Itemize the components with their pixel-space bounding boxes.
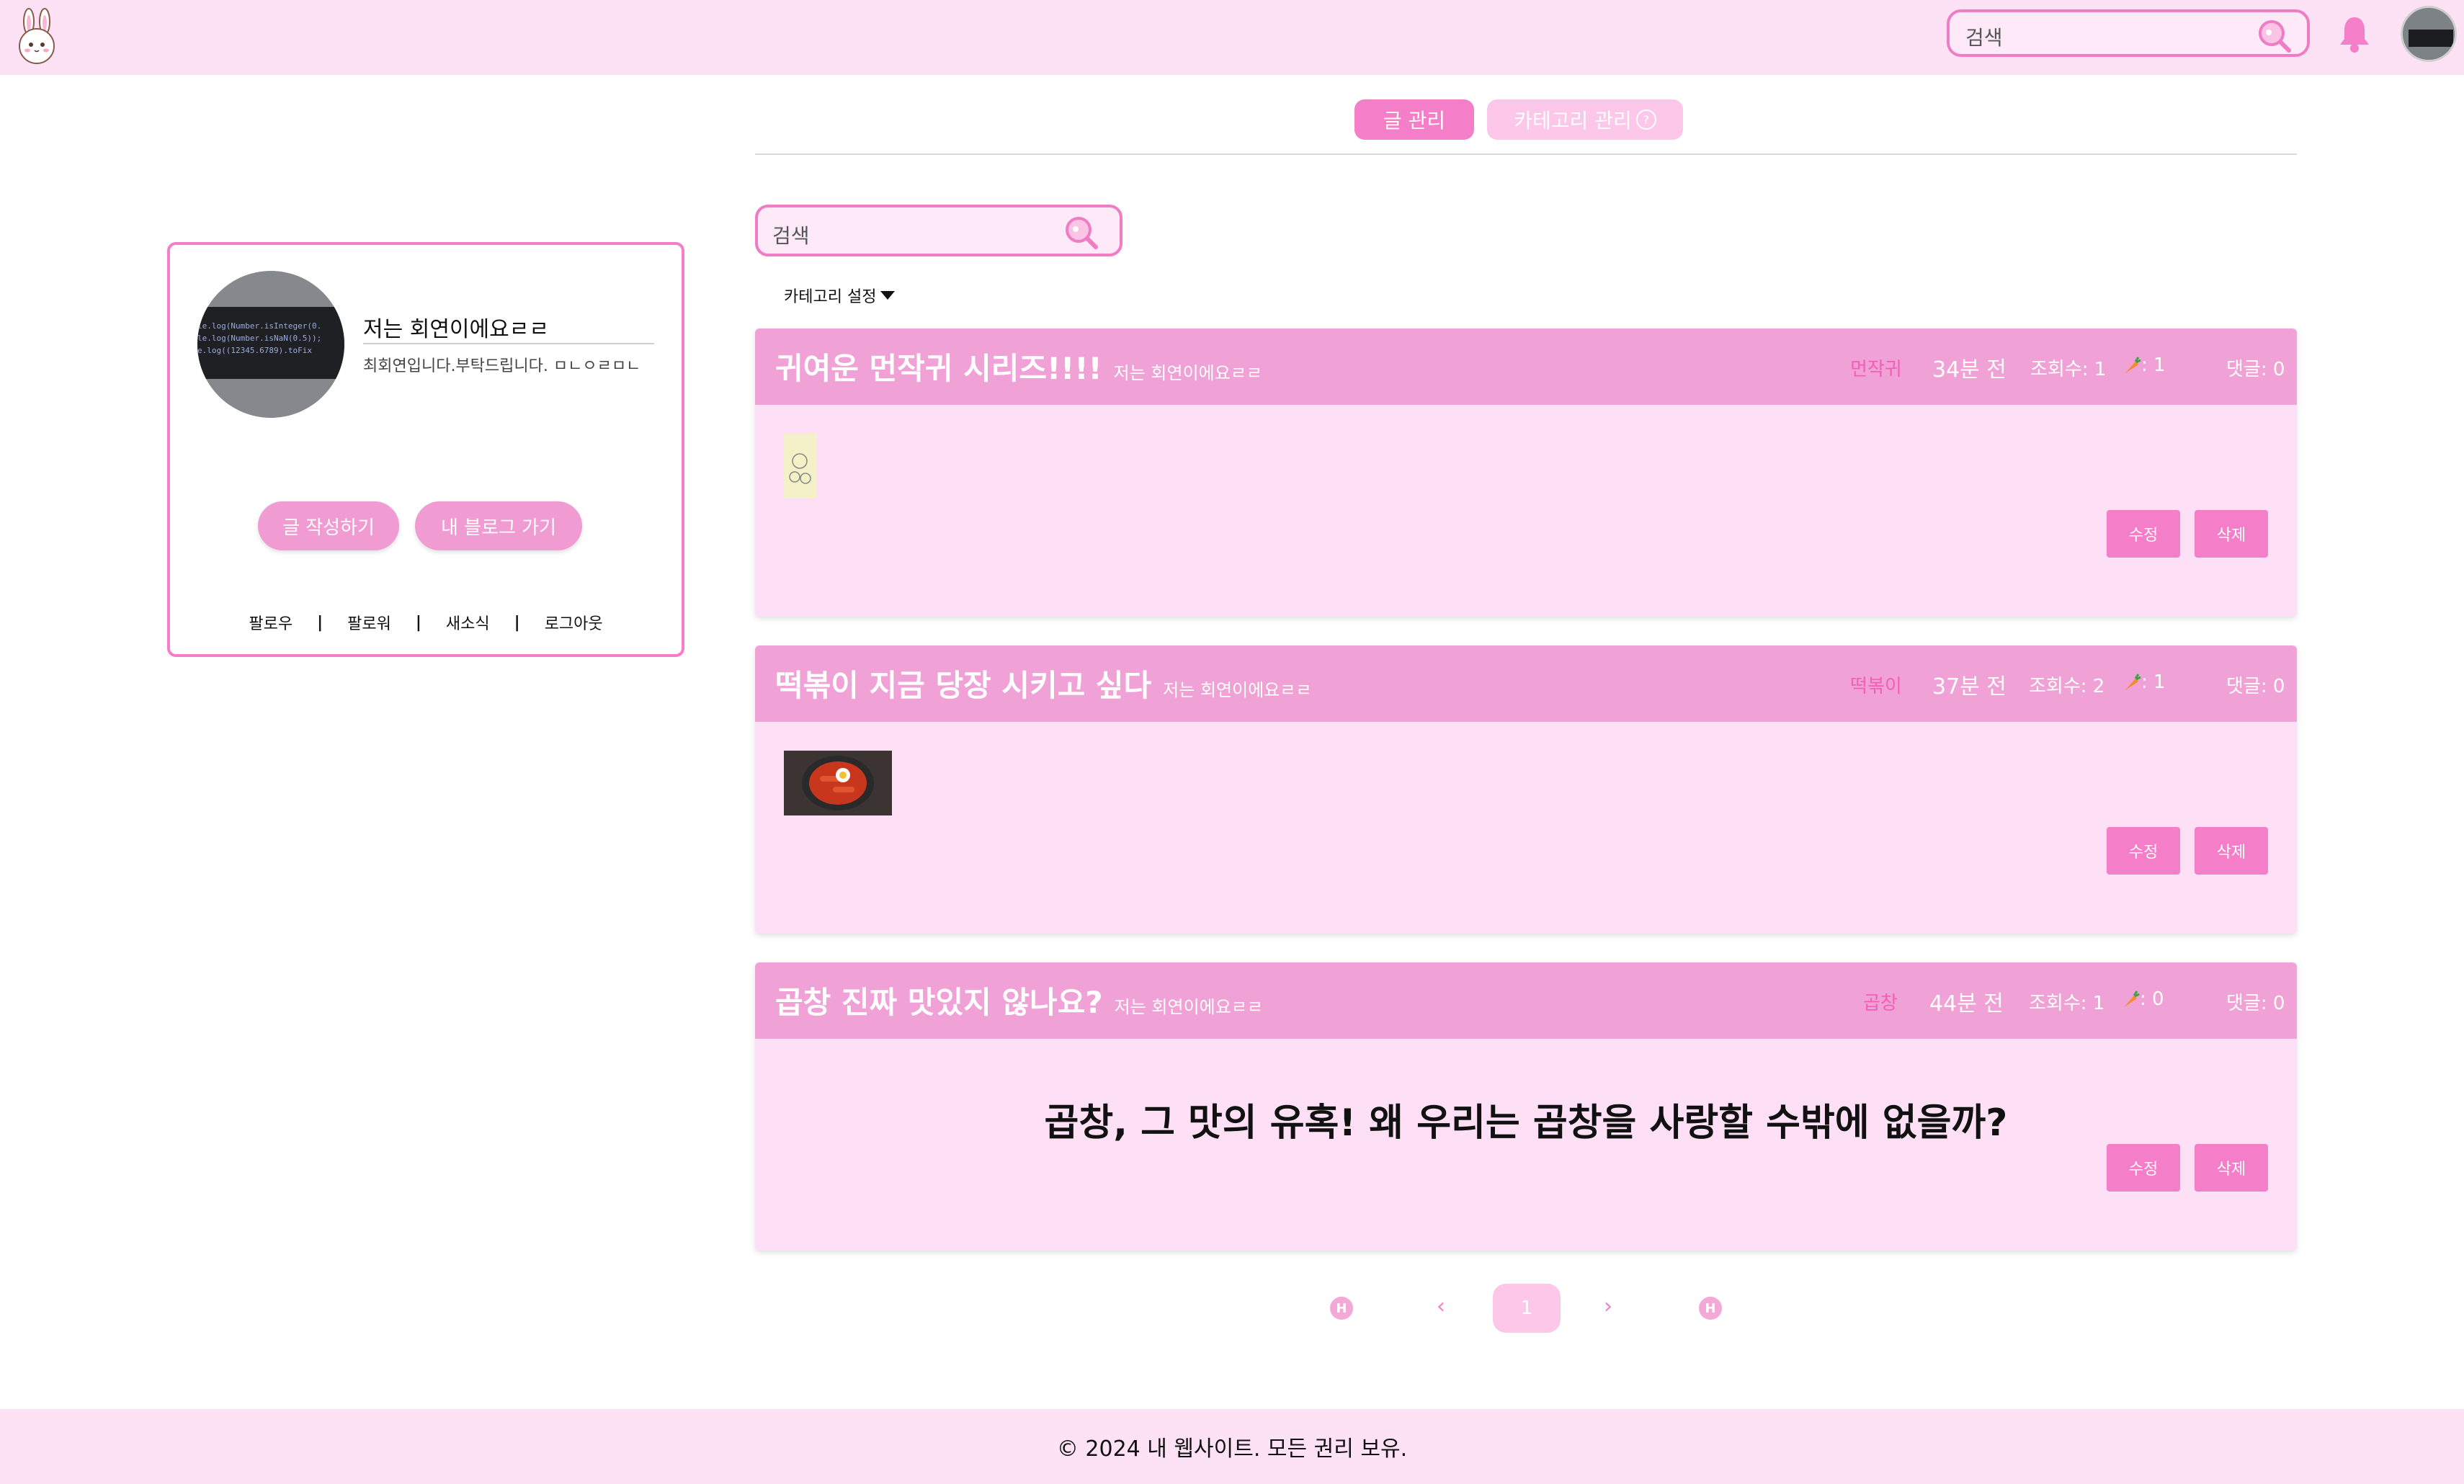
delete-button[interactable]: 삭제 <box>2195 1144 2268 1192</box>
tab-post-management[interactable]: 글 관리 <box>1354 99 1474 140</box>
post-title[interactable]: 곱창 진짜 맛있지 않나요? 저는 회연이에요ㄹㄹ <box>775 978 1263 1022</box>
carrot-icon <box>2124 990 2140 1007</box>
prev-page-button[interactable]: ‹ <box>1437 1294 1445 1319</box>
profile-bio: 최회연입니다.부탁드립니다. ㅁㄴㅇㄹㅁㄴ <box>363 357 641 375</box>
post-likes: : 1 <box>2121 354 2166 376</box>
post-card: 곱창 진짜 맛있지 않나요? 저는 회연이에요ㄹㄹ 곱창 44분 전 조회수: 1… <box>755 962 2297 1251</box>
delete-button[interactable]: 삭제 <box>2195 827 2268 875</box>
avatar-code-line: le.log(Number.isInteger(0. <box>197 321 322 331</box>
carrot-icon <box>2125 673 2141 690</box>
post-author: 저는 회연이에요ㄹㄹ <box>1163 680 1312 700</box>
post-time: 44분 전 <box>1929 991 2004 1016</box>
post-title-text: 떡볶이 지금 당장 시키고 싶다 <box>775 668 1152 703</box>
profile-card: le.log(Number.isInteger(0. le.log(Number… <box>167 242 684 657</box>
post-title-text: 곱창 진짜 맛있지 않나요? <box>775 985 1103 1020</box>
post-comments: 댓글: 0 <box>2226 359 2285 380</box>
header-search-field[interactable]: 검색 <box>1947 9 2310 57</box>
post-header[interactable]: 곱창 진짜 맛있지 않나요? 저는 회연이에요ㄹㄹ 곱창 44분 전 조회수: 1… <box>755 962 2297 1039</box>
avatar-code-line: e.log((12345.6789).toFix <box>197 346 312 355</box>
post-views: 조회수: 1 <box>2030 359 2107 380</box>
footer-copyright: © 2024 내 웹사이트. 모든 권리 보유. <box>1056 1436 1408 1462</box>
post-card: 귀여운 먼작귀 시리즈!!!! 저는 회연이에요ㄹㄹ 먼작귀 34분 전 조회수:… <box>755 328 2297 617</box>
category-setting-dropdown[interactable]: 카테고리 설정 <box>784 284 896 307</box>
last-page-button[interactable]: H <box>1699 1297 1722 1320</box>
post-category[interactable]: 먼작귀 <box>1850 354 1902 381</box>
next-page-button[interactable]: › <box>1604 1294 1612 1319</box>
post-author: 저는 회연이에요ㄹㄹ <box>1114 997 1263 1017</box>
tab-post-management-label: 글 관리 <box>1383 109 1446 133</box>
avatar-code-line: le.log(Number.isNaN(0.5)); <box>197 334 322 343</box>
my-blog-button[interactable]: 내 블로그 가기 <box>415 501 582 550</box>
avatar-image <box>2409 30 2453 47</box>
post-title-text: 귀여운 먼작귀 시리즈!!!! <box>775 351 1102 386</box>
avatar-code-image: le.log(Number.isInteger(0. le.log(Number… <box>197 307 344 379</box>
thumbnail-image <box>789 453 811 484</box>
follower-link[interactable]: 팔로워 <box>347 611 391 634</box>
delete-button[interactable]: 삭제 <box>2195 510 2268 558</box>
carrot-icon <box>2125 356 2141 373</box>
bunny-logo-icon[interactable] <box>13 6 61 68</box>
top-bar: 검색 <box>0 0 2464 75</box>
post-search-field[interactable]: 검색 <box>755 205 1122 256</box>
profile-name: 저는 회연이에요ㄹㄹ <box>363 317 549 342</box>
search-icon[interactable] <box>1063 215 1099 251</box>
link-separator: | <box>415 613 421 632</box>
profile-avatar: le.log(Number.isInteger(0. le.log(Number… <box>197 271 344 418</box>
caret-down-icon <box>880 291 896 300</box>
profile-divider <box>363 343 654 344</box>
post-time: 34분 전 <box>1932 357 2007 383</box>
post-header[interactable]: 귀여운 먼작귀 시리즈!!!! 저는 회연이에요ㄹㄹ 먼작귀 34분 전 조회수:… <box>755 328 2297 405</box>
post-title[interactable]: 떡볶이 지금 당장 시키고 싶다 저는 회연이에요ㄹㄹ <box>775 661 1312 705</box>
first-page-button[interactable]: H <box>1330 1297 1353 1320</box>
edit-button[interactable]: 수정 <box>2107 510 2180 558</box>
category-setting-label: 카테고리 설정 <box>784 288 877 306</box>
post-likes-count: : 1 <box>2141 354 2166 376</box>
link-separator: | <box>514 613 520 632</box>
profile-links: 팔로우 | 팔로워 | 새소식 | 로그아웃 <box>170 611 682 634</box>
post-search-placeholder: 검색 <box>772 224 810 248</box>
page-button-current[interactable]: 1 <box>1493 1284 1561 1333</box>
post-category[interactable]: 떡볶이 <box>1850 671 1902 698</box>
tab-category-management[interactable]: 카테고리 관리 ? <box>1487 99 1683 140</box>
link-separator: | <box>317 613 323 632</box>
post-title[interactable]: 귀여운 먼작귀 시리즈!!!! 저는 회연이에요ㄹㄹ <box>775 344 1262 388</box>
post-views: 조회수: 2 <box>2029 676 2105 697</box>
post-card: 떡볶이 지금 당장 시키고 싶다 저는 회연이에요ㄹㄹ 떡볶이 37분 전 조회수… <box>755 645 2297 934</box>
post-category[interactable]: 곱창 <box>1863 988 1898 1015</box>
bell-icon[interactable] <box>2337 14 2372 53</box>
header-search-placeholder: 검색 <box>1965 26 2003 50</box>
post-thumbnail[interactable] <box>784 434 817 499</box>
post-header[interactable]: 떡볶이 지금 당장 시키고 싶다 저는 회연이에요ㄹㄹ 떡볶이 37분 전 조회수… <box>755 645 2297 722</box>
tab-category-management-label: 카테고리 관리 <box>1514 109 1632 133</box>
post-likes-count: : 1 <box>2141 671 2166 693</box>
post-time: 37분 전 <box>1932 674 2007 699</box>
edit-button[interactable]: 수정 <box>2107 827 2180 875</box>
post-comments: 댓글: 0 <box>2226 676 2285 697</box>
user-avatar[interactable] <box>2401 6 2457 62</box>
search-icon[interactable] <box>2257 18 2293 54</box>
follow-link[interactable]: 팔로우 <box>249 611 293 634</box>
post-views: 조회수: 1 <box>2029 993 2105 1014</box>
logout-link[interactable]: 로그아웃 <box>545 611 603 634</box>
post-thumbnail[interactable] <box>784 751 892 815</box>
help-icon[interactable]: ? <box>1635 109 1656 130</box>
post-likes: : 1 <box>2121 671 2166 693</box>
post-likes-count: : 0 <box>2140 988 2164 1010</box>
footer: © 2024 내 웹사이트. 모든 권리 보유. <box>0 1409 2464 1484</box>
post-body-text[interactable]: 곱창, 그 맛의 유혹! 왜 우리는 곱창을 사랑할 수밖에 없을까? <box>755 1092 2297 1146</box>
post-likes: : 0 <box>2120 988 2164 1010</box>
tab-divider <box>755 153 2297 155</box>
post-comments: 댓글: 0 <box>2226 993 2285 1014</box>
post-author: 저는 회연이에요ㄹㄹ <box>1113 363 1262 383</box>
news-link[interactable]: 새소식 <box>446 611 490 634</box>
thumbnail-image <box>802 756 874 810</box>
edit-button[interactable]: 수정 <box>2107 1144 2180 1192</box>
write-post-button[interactable]: 글 작성하기 <box>258 501 399 550</box>
